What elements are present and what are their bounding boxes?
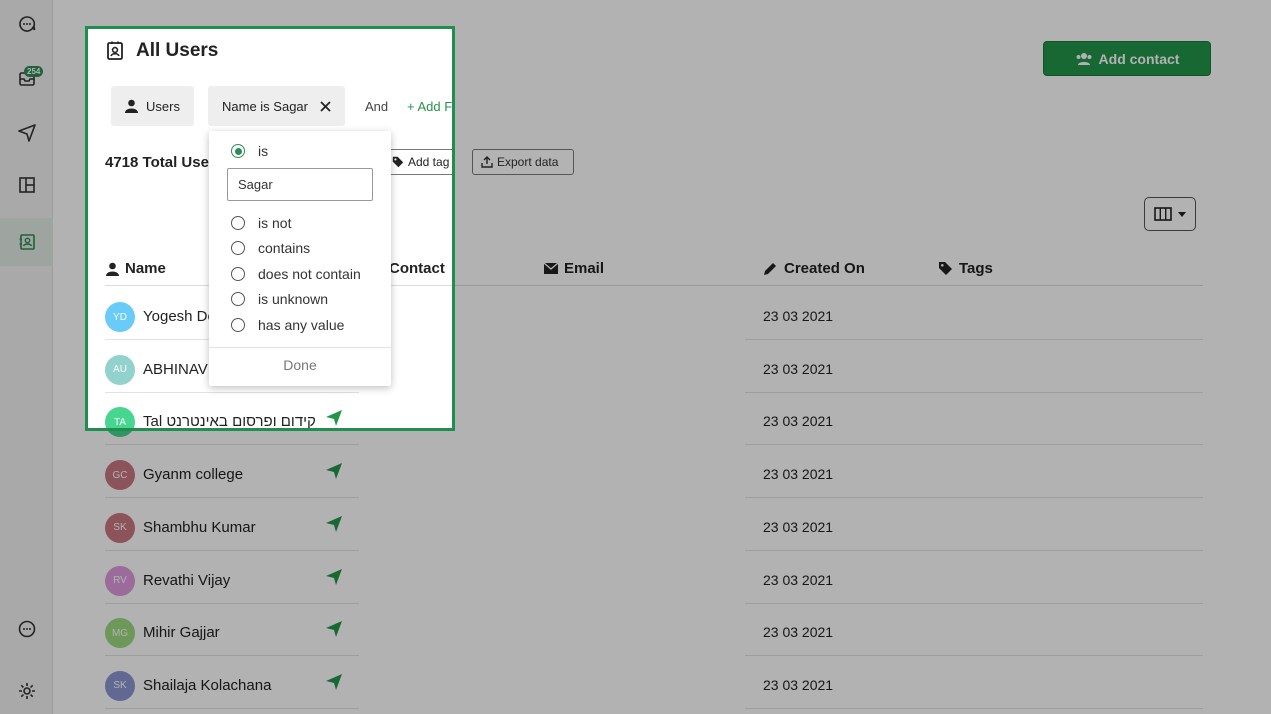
export-icon <box>481 156 493 168</box>
highlight-border <box>85 26 455 431</box>
export-data-label: Export data <box>497 155 559 169</box>
export-data-button[interactable]: Export data <box>472 149 574 175</box>
